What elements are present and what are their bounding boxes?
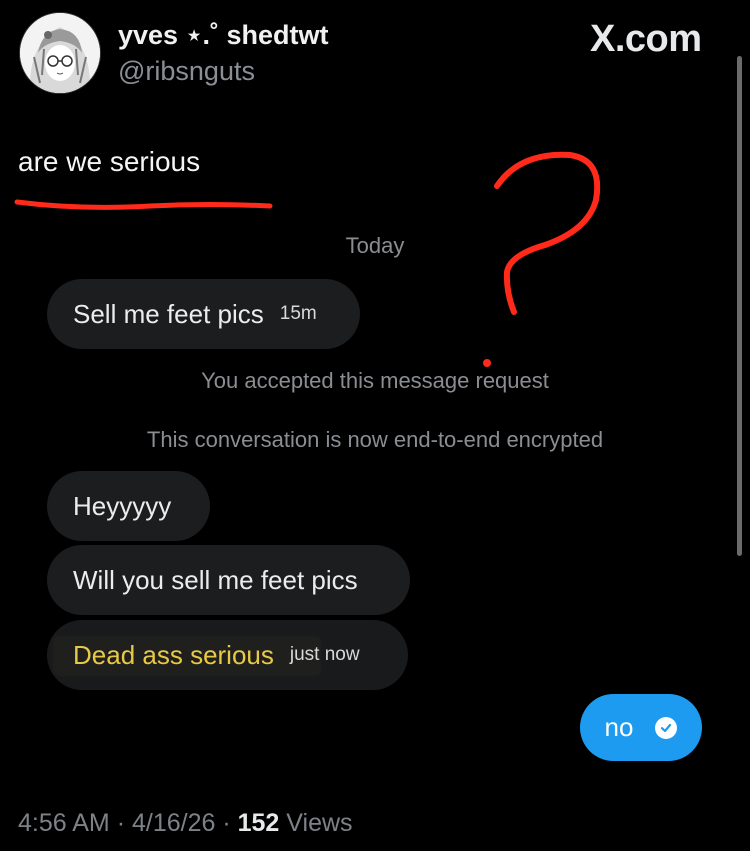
- red-question-dot: [483, 359, 491, 367]
- meta-separator: ·: [116, 809, 126, 837]
- post-date: 4/16/26: [131, 809, 216, 837]
- encryption-notice: This conversation is now end-to-end encr…: [146, 427, 604, 452]
- message-text: Sell me feet pics: [73, 298, 264, 329]
- tweet-metadata: 4:56 AM · 4/16/26 · 152 Views: [18, 809, 353, 838]
- message-timestamp: 15m: [279, 303, 317, 324]
- message-bubble[interactable]: Dead ass serious just now: [47, 620, 408, 690]
- meta-separator: ·: [222, 809, 231, 837]
- message-bubble[interactable]: Heyyyyy: [47, 471, 210, 541]
- scrollbar[interactable]: [737, 56, 742, 556]
- highlighted-message-text: Dead ass serious: [73, 639, 274, 670]
- views-label[interactable]: Views: [286, 809, 352, 837]
- sent-message-bubble[interactable]: no: [580, 694, 702, 761]
- avatar[interactable]: [19, 12, 101, 94]
- views-count: 152: [237, 809, 280, 837]
- user-handle[interactable]: @ribsnguts: [118, 56, 255, 87]
- message-bubble[interactable]: Sell me feet pics 15m: [47, 279, 360, 349]
- anime-avatar-icon: [20, 13, 100, 93]
- red-underline: [14, 199, 273, 210]
- check-circle-icon: [655, 716, 678, 739]
- system-message: You accepted this message request: [201, 368, 549, 393]
- message-text: Will you sell me feet pics: [73, 564, 358, 595]
- sent-message-text: no: [604, 712, 634, 742]
- day-separator: Today: [345, 233, 405, 258]
- message-text: Heyyyyy: [73, 490, 172, 521]
- message-timestamp: just now: [289, 644, 360, 665]
- display-name[interactable]: yves ⋆.˚ shedtwt: [118, 20, 328, 51]
- tweet-text: are we serious: [18, 146, 201, 177]
- x-com-logo: X.com: [590, 18, 702, 60]
- message-bubble[interactable]: Will you sell me feet pics: [47, 545, 410, 615]
- post-time: 4:56 AM: [18, 809, 110, 837]
